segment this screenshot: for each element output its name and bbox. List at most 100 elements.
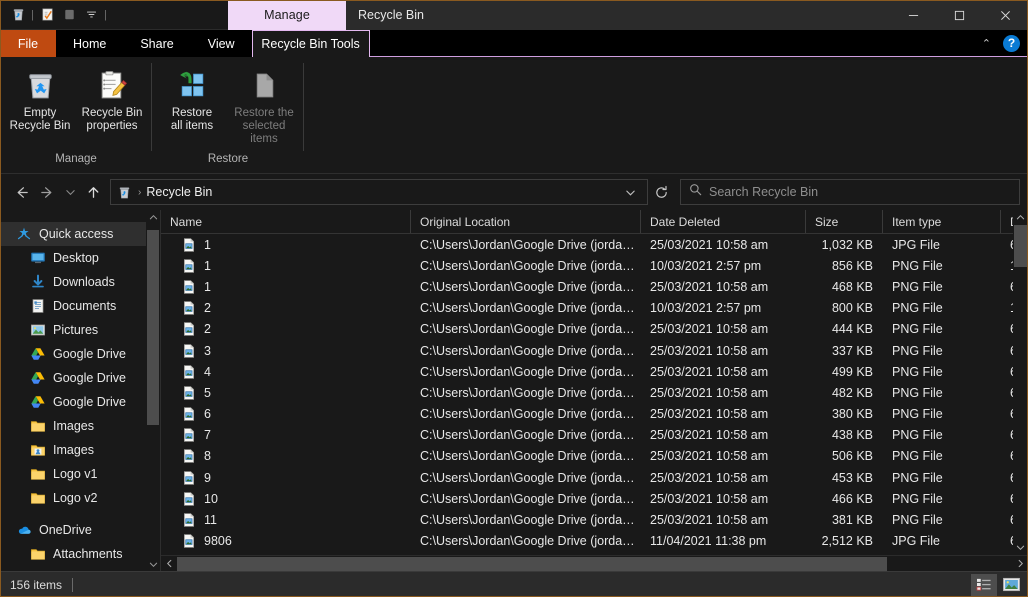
- table-row[interactable]: 1 C:\Users\Jordan\Google Drive (jordan@j.…: [161, 276, 1028, 297]
- sidebar-item-onedrive[interactable]: OneDrive: [0, 518, 160, 542]
- file-name-cell[interactable]: 5: [161, 385, 411, 401]
- forward-button[interactable]: [34, 179, 60, 205]
- tab-recycle-bin-tools[interactable]: Recycle Bin Tools: [251, 30, 370, 57]
- file-name-cell[interactable]: 6: [161, 406, 411, 422]
- sidebar-item-images[interactable]: Images: [0, 414, 160, 438]
- sidebar-item-quick-access[interactable]: Quick access: [0, 222, 160, 246]
- search-box[interactable]: Search Recycle Bin: [680, 179, 1020, 205]
- recycle-bin-properties-button[interactable]: Recycle Bin properties: [76, 63, 148, 137]
- sidebar-item-label: OneDrive: [39, 523, 92, 537]
- hscroll-thumb[interactable]: [177, 556, 887, 571]
- properties-icon[interactable]: [36, 4, 58, 26]
- nav-scroll-track[interactable]: [146, 224, 160, 557]
- sidebar-item-pictures[interactable]: Pictures: [0, 318, 160, 342]
- sidebar-item-attachments[interactable]: Attachments: [0, 542, 160, 566]
- vscroll-down-icon[interactable]: [1013, 540, 1028, 555]
- tab-home[interactable]: Home: [56, 30, 123, 57]
- breadcrumb-bar[interactable]: › Recycle Bin: [110, 179, 648, 205]
- qat-blank-icon[interactable]: [58, 4, 80, 26]
- table-row[interactable]: 5 C:\Users\Jordan\Google Drive (jordan@j.…: [161, 382, 1028, 403]
- empty-recycle-bin-button[interactable]: Empty Recycle Bin: [4, 63, 76, 137]
- recent-locations-button[interactable]: [60, 179, 80, 205]
- file-name-cell[interactable]: 9806: [161, 533, 411, 549]
- column-header-date-deleted[interactable]: Date Deleted: [641, 210, 806, 233]
- hscroll-left-icon[interactable]: [161, 556, 177, 572]
- sidebar-item-desktop[interactable]: Desktop: [0, 246, 160, 270]
- file-name-cell[interactable]: 9: [161, 470, 411, 486]
- tab-share[interactable]: Share: [123, 30, 190, 57]
- table-row[interactable]: 1 C:\Users\Jordan\Google Drive (jordan@j.…: [161, 234, 1028, 255]
- chevron-down-icon[interactable]: [617, 187, 643, 198]
- large-icons-view-button[interactable]: [998, 574, 1024, 596]
- file-name-cell[interactable]: 1: [161, 279, 411, 295]
- restore-selected-items-label-1: Restore the: [234, 107, 294, 119]
- file-name-cell[interactable]: 8: [161, 448, 411, 464]
- file-list-vertical-scrollbar[interactable]: [1013, 210, 1028, 555]
- file-name-cell[interactable]: 4: [161, 364, 411, 380]
- file-name-cell[interactable]: 1: [161, 237, 411, 253]
- tab-strip-filler: [369, 30, 976, 57]
- table-row[interactable]: 2 C:\Users\Jordan\Google Drive (jordan@j.…: [161, 298, 1028, 319]
- sidebar-item-google-drive[interactable]: Google Drive: [0, 390, 160, 414]
- sidebar-item-google-drive[interactable]: Google Drive: [0, 342, 160, 366]
- nav-scroll-down-icon[interactable]: [146, 557, 160, 571]
- navigation-scrollbar[interactable]: [146, 210, 160, 571]
- back-button[interactable]: [8, 179, 34, 205]
- vscroll-track[interactable]: [1013, 225, 1028, 540]
- hscroll-right-icon[interactable]: [1012, 556, 1028, 572]
- table-row[interactable]: 1 C:\Users\Jordan\Google Drive (jordan@j.…: [161, 255, 1028, 276]
- refresh-button[interactable]: [648, 185, 674, 200]
- sidebar-item-google-drive[interactable]: Google Drive: [0, 366, 160, 390]
- file-list-horizontal-scrollbar[interactable]: [161, 555, 1028, 571]
- table-row[interactable]: 9806C:\Users\Jordan\Google Drive (jordan…: [161, 531, 1028, 552]
- tab-view[interactable]: View: [191, 30, 252, 57]
- search-input[interactable]: Search Recycle Bin: [709, 185, 818, 199]
- table-row[interactable]: 9 C:\Users\Jordan\Google Drive (jordan@j.…: [161, 467, 1028, 488]
- column-header-item-type[interactable]: Item type: [883, 210, 1001, 233]
- tab-file[interactable]: File: [0, 30, 56, 57]
- nav-scroll-thumb[interactable]: [147, 230, 159, 425]
- file-name-cell[interactable]: 11: [161, 512, 411, 528]
- table-row[interactable]: 9806C:\Users\Jordan\Google Drive (jordan…: [161, 552, 1028, 555]
- column-header-name[interactable]: Name ⌃: [161, 210, 411, 233]
- customize-dropdown-icon[interactable]: [80, 4, 102, 26]
- vscroll-thumb[interactable]: [1014, 225, 1027, 267]
- file-name-cell[interactable]: 1: [161, 258, 411, 274]
- close-button[interactable]: [982, 0, 1028, 30]
- sidebar-item-images[interactable]: Images: [0, 438, 160, 462]
- column-header-original-location[interactable]: Original Location: [411, 210, 641, 233]
- table-row[interactable]: 6 C:\Users\Jordan\Google Drive (jordan@j.…: [161, 404, 1028, 425]
- file-name-cell[interactable]: 2: [161, 321, 411, 337]
- hscroll-track[interactable]: [177, 556, 1012, 571]
- nav-scroll-up-icon[interactable]: [146, 210, 160, 224]
- details-view-button[interactable]: [971, 573, 997, 596]
- table-row[interactable]: 11 C:\Users\Jordan\Google Drive (jordan@j…: [161, 509, 1028, 530]
- vscroll-up-icon[interactable]: [1013, 210, 1028, 225]
- maximize-button[interactable]: [936, 0, 982, 30]
- recycle-bin-icon[interactable]: [7, 4, 29, 26]
- minimize-button[interactable]: [890, 0, 936, 30]
- restore-all-items-button[interactable]: Restore all items: [156, 63, 228, 137]
- collapse-ribbon-icon[interactable]: ⌃: [976, 37, 997, 50]
- file-name-cell[interactable]: 2: [161, 300, 411, 316]
- table-row[interactable]: 3 C:\Users\Jordan\Google Drive (jordan@j.…: [161, 340, 1028, 361]
- breadcrumb-current[interactable]: Recycle Bin: [146, 185, 212, 199]
- sidebar-item-logo-v1[interactable]: Logo v1: [0, 462, 160, 486]
- restore-selected-items-button[interactable]: Restore the selected items: [228, 63, 300, 150]
- table-row[interactable]: 10 C:\Users\Jordan\Google Drive (jordan@j…: [161, 488, 1028, 509]
- table-row[interactable]: 8 C:\Users\Jordan\Google Drive (jordan@j.…: [161, 446, 1028, 467]
- sidebar-item-documents[interactable]: Documents: [0, 294, 160, 318]
- up-button[interactable]: [80, 179, 106, 205]
- sidebar-item-logo-v2[interactable]: Logo v2: [0, 486, 160, 510]
- sidebar-item-documents[interactable]: Documents: [0, 566, 160, 571]
- file-name-cell[interactable]: 7: [161, 427, 411, 443]
- table-row[interactable]: 2 C:\Users\Jordan\Google Drive (jordan@j.…: [161, 319, 1028, 340]
- file-name-cell[interactable]: 3: [161, 343, 411, 359]
- column-header-size[interactable]: Size: [806, 210, 883, 233]
- file-name-cell[interactable]: 10: [161, 491, 411, 507]
- sidebar-item-downloads[interactable]: Downloads: [0, 270, 160, 294]
- table-row[interactable]: 7 C:\Users\Jordan\Google Drive (jordan@j.…: [161, 425, 1028, 446]
- file-name-cell[interactable]: 9806: [161, 554, 411, 555]
- table-row[interactable]: 4 C:\Users\Jordan\Google Drive (jordan@j.…: [161, 361, 1028, 382]
- help-icon[interactable]: ?: [1003, 34, 1020, 52]
